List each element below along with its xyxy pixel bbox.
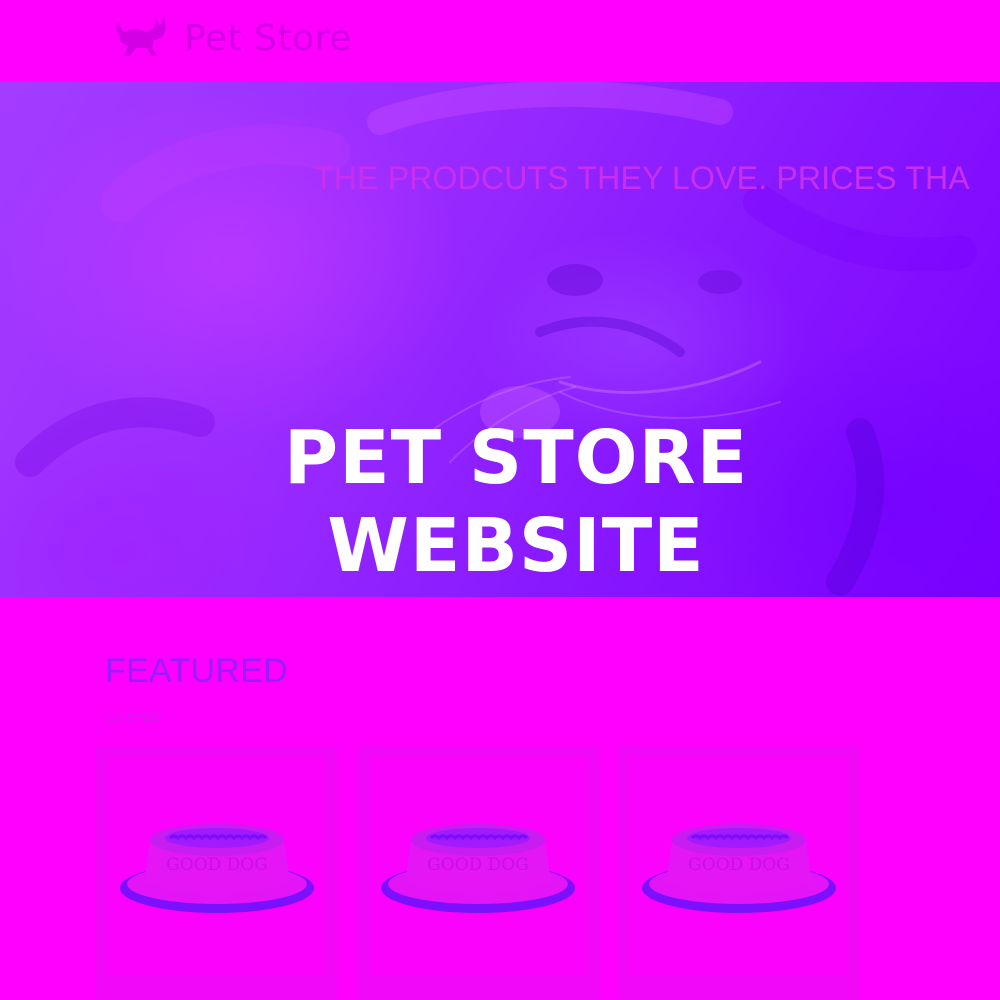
- bowl-label: GOOD DOG: [427, 855, 529, 875]
- featured-title: FEATURED: [105, 652, 289, 690]
- hero-title-line1: PET STORE: [283, 415, 749, 501]
- navbar: Pet Store: [0, 0, 1000, 80]
- product-card[interactable]: GOOD DOG: [357, 746, 599, 1000]
- bowl-label: GOOD DOG: [166, 855, 268, 875]
- product-card[interactable]: GOOD DOG: [618, 746, 860, 1000]
- logo-link[interactable]: Pet Store: [114, 8, 352, 68]
- product-card[interactable]: GOOD DOG: [96, 746, 338, 1000]
- product-image[interactable]: GOOD DOG: [630, 758, 848, 976]
- dog-bowl-icon: GOOD DOG: [381, 824, 575, 913]
- product-image[interactable]: GOOD DOG: [108, 758, 326, 976]
- bowl-label: GOOD DOG: [688, 855, 790, 875]
- hero-tagline: THE PRODCUTS THEY LOVE. PRICES THA: [314, 160, 970, 196]
- logo-text: Pet Store: [184, 17, 352, 59]
- dog-bowl-icon: GOOD DOG: [642, 824, 836, 913]
- product-image[interactable]: GOOD DOG: [369, 758, 587, 976]
- featured-subtitle: Lorem20: [106, 708, 162, 724]
- hero-title-line2: WEBSITE: [327, 503, 705, 589]
- hero-banner: THE PRODCUTS THEY LOVE. PRICES THA PET S…: [0, 82, 1000, 597]
- dog-bowl-icon: GOOD DOG: [120, 824, 314, 913]
- dog-icon: [114, 14, 174, 62]
- hero-title: PET STORE WEBSITE: [0, 414, 1000, 590]
